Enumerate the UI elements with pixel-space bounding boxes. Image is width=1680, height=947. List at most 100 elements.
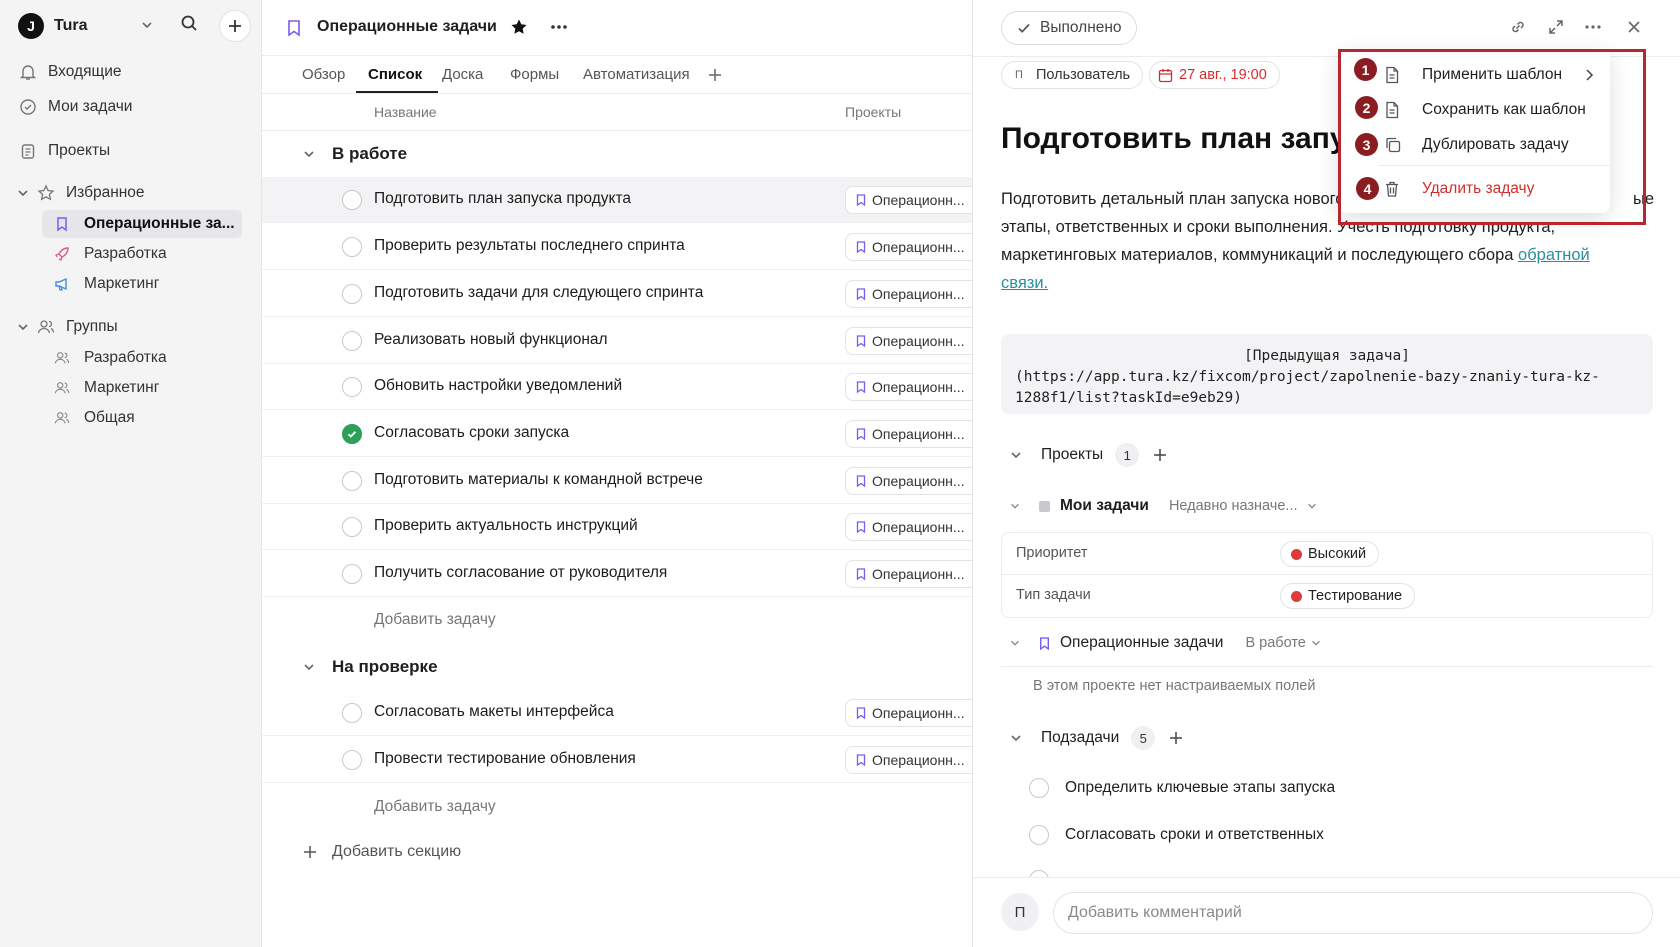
- workspace-switcher[interactable]: J Tura: [18, 12, 87, 40]
- column-header-name[interactable]: Название: [374, 104, 437, 120]
- sidebar-groups-header[interactable]: Группы: [36, 313, 118, 341]
- task-name[interactable]: Согласовать сроки запуска: [374, 424, 569, 442]
- add-button[interactable]: [219, 10, 251, 42]
- subtask-name[interactable]: Определить ключевые этапы запуска: [1065, 779, 1335, 797]
- star-icon[interactable]: [510, 18, 528, 36]
- due-date-chip[interactable]: 27 авг., 19:00: [1149, 61, 1280, 89]
- tab-board[interactable]: Доска: [442, 66, 483, 83]
- task-checkbox[interactable]: [342, 564, 362, 584]
- subtasks-section-header[interactable]: Подзадачи 5: [1009, 726, 1183, 750]
- close-icon[interactable]: [1625, 18, 1643, 36]
- priority-pill[interactable]: Высокий: [1280, 541, 1380, 567]
- more-icon[interactable]: [1584, 24, 1602, 30]
- sidebar-group-marketing[interactable]: Маркетинг: [42, 374, 242, 402]
- table-row[interactable]: Подготовить план запуска продукта Операц…: [262, 177, 985, 223]
- my-tasks-row[interactable]: Мои задачи Недавно назначе...: [1009, 497, 1318, 515]
- description-link[interactable]: обратной: [1518, 246, 1590, 264]
- project-tag[interactable]: Операционн...: [845, 233, 985, 261]
- table-row[interactable]: Согласовать сроки запуска Операционн...: [262, 411, 985, 457]
- chevron-down-icon[interactable]: [140, 18, 154, 32]
- add-task-button[interactable]: Добавить задачу: [374, 611, 496, 629]
- task-checkbox[interactable]: [342, 331, 362, 351]
- tab-list[interactable]: Список: [368, 66, 422, 83]
- table-row[interactable]: Проверить актуальность инструкций Операц…: [262, 504, 985, 550]
- task-name[interactable]: Подготовить задачи для следующего спринт…: [374, 284, 703, 302]
- column-header-projects[interactable]: Проекты: [845, 104, 901, 120]
- mark-done-button[interactable]: Выполнено: [1001, 11, 1137, 45]
- section-header-review[interactable]: На проверке: [302, 653, 438, 681]
- chevron-down-icon[interactable]: [16, 320, 30, 334]
- comment-input[interactable]: [1053, 892, 1653, 934]
- project-tag[interactable]: Операционн...: [845, 280, 985, 308]
- project-tag[interactable]: Операционн...: [845, 513, 985, 541]
- task-checkbox[interactable]: [342, 703, 362, 723]
- operational-project-row[interactable]: Операционные задачи В работе: [1009, 634, 1322, 652]
- list-item[interactable]: Согласовать сроки и ответственных: [1029, 825, 1324, 845]
- table-row[interactable]: Подготовить задачи для следующего спринт…: [262, 271, 985, 317]
- project-tag[interactable]: Операционн...: [845, 327, 985, 355]
- code-line[interactable]: (https://app.tura.kz/fixcom/project/zapo…: [1015, 367, 1639, 388]
- sidebar-group-development[interactable]: Разработка: [42, 344, 242, 372]
- table-row[interactable]: Получить согласование от руководителя Оп…: [262, 551, 985, 597]
- task-name[interactable]: Проверить результаты последнего спринта: [374, 237, 685, 255]
- task-type-pill[interactable]: Тестирование: [1280, 583, 1416, 609]
- project-tag[interactable]: Операционн...: [845, 560, 985, 588]
- expand-icon[interactable]: [1547, 18, 1565, 36]
- sidebar-favorites-header[interactable]: Избранное: [36, 179, 145, 207]
- table-row[interactable]: Проверить результаты последнего спринта …: [262, 224, 985, 270]
- task-checkbox[interactable]: [342, 284, 362, 304]
- task-name[interactable]: Подготовить план запуска продукта: [374, 190, 631, 208]
- project-tag[interactable]: Операционн...: [845, 467, 985, 495]
- table-row[interactable]: Реализовать новый функционал Операционн.…: [262, 318, 985, 364]
- task-checkbox[interactable]: [342, 471, 362, 491]
- code-line[interactable]: 1288f1/list?taskId=e9eb29): [1015, 388, 1639, 409]
- sidebar-item-my-tasks[interactable]: Мои задачи: [18, 93, 132, 121]
- sidebar-item-marketing[interactable]: Маркетинг: [42, 270, 242, 298]
- project-tag[interactable]: Операционн...: [845, 699, 985, 727]
- task-checkbox[interactable]: [342, 517, 362, 537]
- assignee-chip[interactable]: П Пользователь: [1001, 61, 1144, 89]
- description-link[interactable]: связи.: [1001, 274, 1048, 292]
- subtask-name[interactable]: Согласовать сроки и ответственных: [1065, 826, 1324, 844]
- list-item[interactable]: Определить ключевые этапы запуска: [1029, 778, 1335, 798]
- table-row[interactable]: Обновить настройки уведомлений Операцион…: [262, 364, 985, 410]
- subtask-checkbox[interactable]: [1029, 825, 1049, 845]
- task-name[interactable]: Реализовать новый функционал: [374, 331, 608, 349]
- project-tag[interactable]: Операционн...: [845, 746, 985, 774]
- task-checkbox[interactable]: [342, 750, 362, 770]
- task-checkbox-checked[interactable]: [342, 424, 362, 444]
- project-status[interactable]: В работе: [1245, 635, 1305, 651]
- section-header-in-progress[interactable]: В работе: [302, 140, 407, 168]
- more-icon[interactable]: [550, 24, 568, 30]
- projects-section-header[interactable]: Проекты 1: [1009, 443, 1167, 467]
- task-checkbox[interactable]: [342, 237, 362, 257]
- tab-overview[interactable]: Обзор: [302, 66, 345, 83]
- plus-icon[interactable]: [1169, 731, 1183, 745]
- task-name[interactable]: Провести тестирование обновления: [374, 750, 636, 768]
- sidebar-group-general[interactable]: Общая: [42, 404, 242, 432]
- project-tag[interactable]: Операционн...: [845, 420, 985, 448]
- task-name[interactable]: Обновить настройки уведомлений: [374, 377, 622, 395]
- subtask-checkbox[interactable]: [1029, 778, 1049, 798]
- plus-icon[interactable]: [1153, 448, 1167, 462]
- tab-automation[interactable]: Автоматизация: [583, 66, 690, 83]
- table-row[interactable]: Провести тестирование обновления Операци…: [262, 737, 985, 783]
- add-task-button[interactable]: Добавить задачу: [374, 798, 496, 816]
- task-name[interactable]: Проверить актуальность инструкций: [374, 517, 638, 535]
- sidebar-item-development[interactable]: Разработка: [42, 240, 242, 268]
- table-row[interactable]: Согласовать макеты интерфейса Операционн…: [262, 690, 985, 736]
- sidebar-item-projects[interactable]: Проекты: [18, 137, 110, 165]
- tab-forms[interactable]: Формы: [510, 66, 559, 83]
- task-title[interactable]: Подготовить план запуска: [1001, 122, 1394, 156]
- project-tag[interactable]: Операционн...: [845, 186, 985, 214]
- search-icon[interactable]: [180, 14, 198, 32]
- task-checkbox[interactable]: [342, 190, 362, 210]
- project-tag[interactable]: Операционн...: [845, 373, 985, 401]
- task-name[interactable]: Подготовить материалы к командной встреч…: [374, 471, 703, 489]
- link-icon[interactable]: [1509, 18, 1527, 36]
- add-section-button[interactable]: Добавить секцию: [302, 843, 461, 861]
- task-checkbox[interactable]: [342, 377, 362, 397]
- chevron-down-icon[interactable]: [16, 186, 30, 200]
- my-tasks-status[interactable]: Недавно назначе...: [1169, 498, 1298, 514]
- add-tab-icon[interactable]: [708, 68, 722, 82]
